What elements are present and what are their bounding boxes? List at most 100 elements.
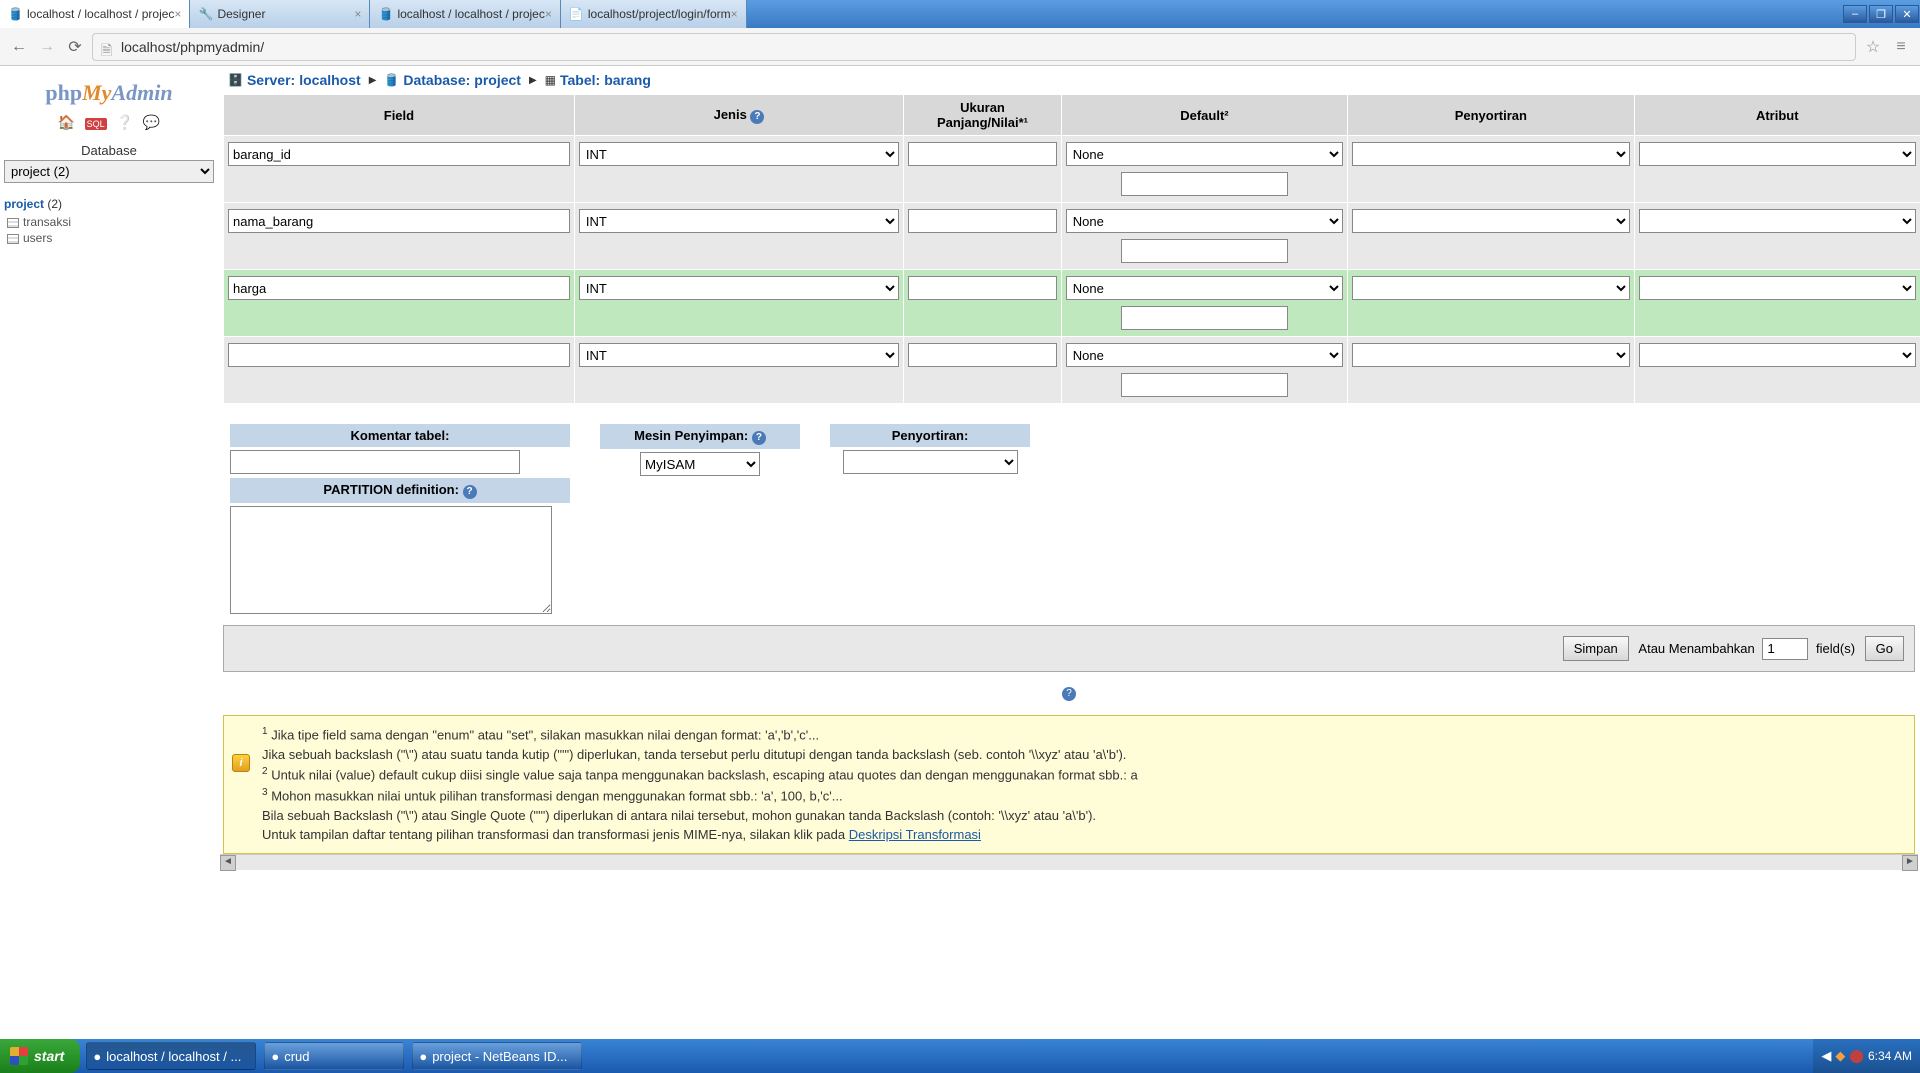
field-length-input[interactable] xyxy=(908,142,1057,166)
bc-table-link[interactable]: barang xyxy=(604,72,651,88)
breadcrumb: 🗄️ Server: localhost ▶ 🛢️ Database: proj… xyxy=(220,66,1918,94)
simpan-button[interactable]: Simpan xyxy=(1563,636,1629,661)
field-type-select[interactable]: INT xyxy=(579,142,899,166)
komentar-input[interactable] xyxy=(230,450,520,474)
main-panel: 🗄️ Server: localhost ▶ 🛢️ Database: proj… xyxy=(218,66,1920,1039)
field-name-input[interactable] xyxy=(228,142,570,166)
taskbar-item[interactable]: ● localhost / localhost / ... xyxy=(86,1042,256,1070)
tray-icon[interactable]: ◆ xyxy=(1835,1048,1845,1064)
close-window-button[interactable]: ✕ xyxy=(1895,5,1919,23)
help-link[interactable]: ? xyxy=(220,684,1918,701)
tray-icon[interactable]: ◀ xyxy=(1821,1048,1831,1064)
bc-server-link[interactable]: localhost xyxy=(299,72,360,88)
maximize-button[interactable]: ❐ xyxy=(1869,5,1893,23)
start-button[interactable]: start xyxy=(0,1039,80,1073)
field-default-input[interactable] xyxy=(1121,239,1287,263)
phpmyadmin-logo: phpMyAdmin xyxy=(4,80,214,106)
field-type-select[interactable]: INT xyxy=(579,276,899,300)
field-default-select[interactable]: None xyxy=(1066,209,1343,233)
field-default-select[interactable]: None xyxy=(1066,343,1343,367)
field-type-select[interactable]: INT xyxy=(579,343,899,367)
close-icon[interactable]: × xyxy=(545,7,552,21)
help-icon[interactable]: ? xyxy=(750,110,764,124)
reload-button[interactable]: ⟳ xyxy=(64,36,86,58)
query-icon[interactable]: 💬 xyxy=(143,114,160,130)
horizontal-scrollbar[interactable]: ◄ ► xyxy=(220,854,1918,870)
field-length-input[interactable] xyxy=(908,276,1057,300)
browser-toolbar: ← → ⟳ 🗎 localhost/phpmyadmin/ ☆ ≡ xyxy=(0,28,1920,66)
field-default-input[interactable] xyxy=(1121,373,1287,397)
docs-icon[interactable]: ❔ xyxy=(116,114,133,130)
separator-icon: ▶ xyxy=(369,75,377,86)
field-attribute-select[interactable] xyxy=(1639,142,1916,166)
tab-title: localhost / localhost / projec xyxy=(27,7,174,21)
taskbar-item[interactable]: ●project - NetBeans ID... xyxy=(412,1042,582,1070)
atau-label: Atau Menambahkan xyxy=(1638,641,1754,656)
field-row: INT None xyxy=(224,203,1920,270)
table-icon: ▦ xyxy=(545,73,556,87)
table-link-transaksi[interactable]: transaksi xyxy=(7,214,214,230)
field-name-input[interactable] xyxy=(228,343,570,367)
field-name-input[interactable] xyxy=(228,209,570,233)
titlebar: 🛢️ localhost / localhost / projec × 🔧 De… xyxy=(0,0,1920,28)
favicon-icon: 🛢️ xyxy=(8,7,22,21)
col-field: Field xyxy=(224,95,575,136)
browser-tab-2[interactable]: 🔧 Designer × xyxy=(190,0,370,28)
minimize-button[interactable]: – xyxy=(1843,5,1867,23)
forward-button[interactable]: → xyxy=(36,36,58,58)
field-collation-select[interactable] xyxy=(1352,209,1629,233)
field-default-select[interactable]: None xyxy=(1066,142,1343,166)
bc-db-link[interactable]: project xyxy=(474,72,521,88)
help-icon[interactable]: ? xyxy=(463,485,477,499)
go-button[interactable]: Go xyxy=(1865,636,1904,661)
field-default-select[interactable]: None xyxy=(1066,276,1343,300)
field-default-input[interactable] xyxy=(1121,172,1287,196)
tray-icon[interactable]: ⬤ xyxy=(1849,1048,1864,1064)
penyortiran-label: Penyortiran: xyxy=(830,424,1030,447)
field-collation-select[interactable] xyxy=(1352,142,1629,166)
help-icon[interactable]: ? xyxy=(752,431,766,445)
browser-tab-1[interactable]: 🛢️ localhost / localhost / projec × xyxy=(0,0,190,28)
bc-table-label: Tabel: xyxy=(560,72,600,88)
scroll-left-icon[interactable]: ◄ xyxy=(220,855,236,871)
table-link-users[interactable]: users xyxy=(7,230,214,246)
partition-textarea[interactable] xyxy=(230,506,552,614)
transform-desc-link[interactable]: Deskripsi Transformasi xyxy=(849,827,981,842)
sql-icon[interactable]: SQL xyxy=(85,118,107,130)
taskbar-item[interactable]: ●crud xyxy=(264,1042,404,1070)
field-length-input[interactable] xyxy=(908,209,1057,233)
browser-tab-3[interactable]: 🛢️ localhost / localhost / projec × xyxy=(370,0,560,28)
bookmark-icon[interactable]: ☆ xyxy=(1862,37,1884,57)
scroll-right-icon[interactable]: ► xyxy=(1902,855,1918,871)
field-collation-select[interactable] xyxy=(1352,343,1629,367)
field-attribute-select[interactable] xyxy=(1639,209,1916,233)
favicon-icon: 🛢️ xyxy=(378,7,392,21)
mesin-select[interactable]: MyISAM xyxy=(640,452,760,476)
close-icon[interactable]: × xyxy=(354,7,361,21)
app-icon: ● xyxy=(93,1049,101,1064)
field-attribute-select[interactable] xyxy=(1639,343,1916,367)
database-select[interactable]: project (2) xyxy=(4,160,214,183)
home-icon[interactable]: 🏠 xyxy=(58,114,75,130)
page-icon: 🗎 xyxy=(101,40,115,54)
field-collation-select[interactable] xyxy=(1352,276,1629,300)
field-name-input[interactable] xyxy=(228,276,570,300)
field-type-select[interactable]: INT xyxy=(579,209,899,233)
add-fields-input[interactable] xyxy=(1762,638,1808,660)
task-label: crud xyxy=(284,1049,309,1064)
database-label: Database xyxy=(4,143,214,158)
back-button[interactable]: ← xyxy=(8,36,30,58)
field-length-input[interactable] xyxy=(908,343,1057,367)
browser-tab-4[interactable]: 📄 localhost/project/login/form × xyxy=(561,0,747,28)
menu-icon[interactable]: ≡ xyxy=(1890,38,1912,56)
database-icon: 🛢️ xyxy=(384,73,399,87)
clock[interactable]: 6:34 AM xyxy=(1868,1049,1912,1063)
field-attribute-select[interactable] xyxy=(1639,276,1916,300)
close-icon[interactable]: × xyxy=(174,7,181,21)
url-bar[interactable]: 🗎 localhost/phpmyadmin/ xyxy=(92,33,1856,61)
task-label: localhost / localhost / ... xyxy=(106,1049,241,1064)
db-link[interactable]: project (2) xyxy=(4,197,62,211)
field-default-input[interactable] xyxy=(1121,306,1287,330)
close-icon[interactable]: × xyxy=(731,7,738,21)
penyortiran-select[interactable] xyxy=(843,450,1018,474)
